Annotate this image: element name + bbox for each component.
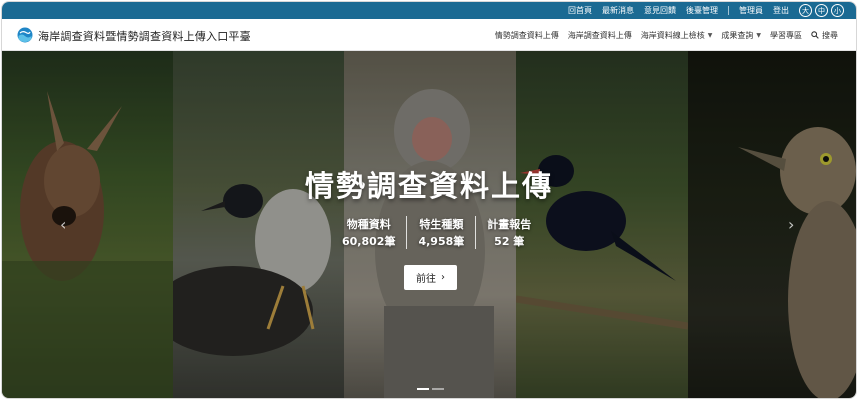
nav-survey-upload[interactable]: 情勢調查資料上傳 [495,30,559,41]
nav-online-check[interactable]: 海岸資料線上檢核 ▼ [641,30,713,41]
hero-title: 情勢調查資料上傳 [304,169,553,203]
nav-results-query[interactable]: 成果查詢 ▼ [721,30,761,41]
carousel-dot[interactable] [432,388,444,390]
stat-label: 特生種類 [419,218,464,231]
caret-down-icon: ▼ [756,31,761,39]
stat-special-species: 特生種類 4,958筆 [406,216,475,249]
feedback-link[interactable]: 意見回饋 [644,5,676,16]
font-large-button[interactable]: 大 [799,4,812,17]
nav-label: 海岸資料線上檢核 [640,30,705,40]
page-frame: 回首頁 最新消息 意見回饋 後臺管理 管理員 登出 大 中 小 海岸調查資料暨情… [1,1,857,399]
top-utility-bar: 回首頁 最新消息 意見回饋 後臺管理 管理員 登出 大 中 小 [2,2,856,19]
stat-label: 物種資料 [346,218,391,231]
nav-coastal-upload[interactable]: 海岸調查資料上傳 [568,30,632,41]
nav-search[interactable]: 搜尋 [811,30,838,41]
nav-learning-zone[interactable]: 學習專區 [770,30,802,41]
stat-value: 52 筆 [494,235,525,248]
stat-value: 60,802筆 [342,235,396,248]
stat-value: 4,958筆 [418,235,465,248]
site-logo-icon[interactable] [17,27,33,43]
admin-link[interactable]: 管理員 [739,5,763,16]
carousel-indicators [417,388,444,390]
nav-label: 學習專區 [770,30,802,40]
font-small-button[interactable]: 小 [831,4,844,17]
carousel-dot[interactable] [417,388,429,390]
logout-link[interactable]: 登出 [773,5,789,16]
nav-label: 情勢調查資料上傳 [494,30,559,40]
go-button[interactable]: 前往 › [404,265,457,290]
nav-label: 海岸調查資料上傳 [567,30,632,40]
chevron-right-icon: › [441,272,445,283]
topbar-divider [728,6,729,15]
stat-project-reports: 計畫報告 52 筆 [475,216,542,249]
search-label: 搜尋 [822,30,838,40]
carousel-next-icon[interactable]: › [788,215,794,234]
carousel-prev-icon[interactable]: ‹ [60,215,66,234]
font-medium-button[interactable]: 中 [815,4,828,17]
font-size-switcher: 大 中 小 [799,4,844,17]
site-title[interactable]: 海岸調查資料暨情勢調查資料上傳入口平臺 [38,28,251,44]
nav-label: 成果查詢 [721,30,754,40]
stat-label: 計畫報告 [487,218,532,231]
caret-down-icon: ▼ [707,31,713,39]
hero-carousel: 情勢調查資料上傳 物種資料 60,802筆 特生種類 4,958筆 計畫報告 5… [2,51,856,398]
hero-stats: 物種資料 60,802筆 特生種類 4,958筆 計畫報告 52 筆 [331,216,542,249]
search-icon [811,31,819,39]
news-link[interactable]: 最新消息 [602,5,634,16]
main-nav: 情勢調查資料上傳 海岸調查資料上傳 海岸資料線上檢核 ▼ 成果查詢 ▼ 學習專區… [495,19,838,51]
backend-link[interactable]: 後臺管理 [686,5,718,16]
main-header: 海岸調查資料暨情勢調查資料上傳入口平臺 情勢調查資料上傳 海岸調查資料上傳 海岸… [2,19,856,51]
go-button-label: 前往 [416,274,436,285]
stat-species-records: 物種資料 60,802筆 [331,216,406,249]
utility-links: 回首頁 最新消息 意見回饋 後臺管理 管理員 登出 大 中 小 [568,2,844,19]
home-link[interactable]: 回首頁 [568,5,592,16]
